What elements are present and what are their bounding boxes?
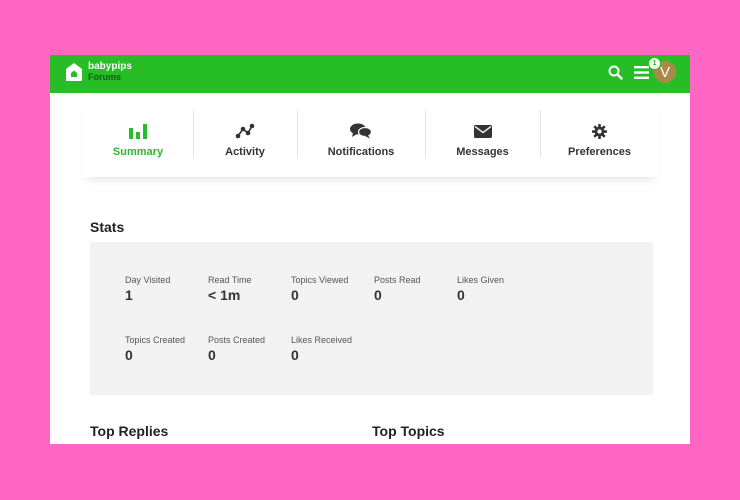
avatar-letter: V xyxy=(659,63,670,81)
house-logo-icon xyxy=(64,61,84,83)
tab-notifications[interactable]: Notifications xyxy=(297,103,425,177)
tab-activity-label: Activity xyxy=(225,146,265,158)
stats-panel: Day Visited 1 Read Time < 1m Topics View… xyxy=(90,242,653,395)
stat-label: Posts Read xyxy=(374,275,421,285)
tab-messages-label: Messages xyxy=(456,146,509,158)
activity-icon xyxy=(235,122,255,140)
user-avatar[interactable]: V 1 xyxy=(648,57,676,83)
stat-read-time: Read Time < 1m xyxy=(208,275,252,303)
stat-day-visited: Day Visited 1 xyxy=(125,275,170,303)
stats-heading: Stats xyxy=(90,219,125,235)
stat-label: Likes Received xyxy=(291,335,353,345)
stat-value: 1 xyxy=(125,287,133,303)
top-bar: babypips Forums V 1 xyxy=(50,55,690,93)
stat-likes-given: Likes Given 0 xyxy=(457,275,504,303)
stat-value: < 1m xyxy=(208,287,241,303)
logo-subtitle: Forums xyxy=(88,72,122,82)
tab-activity[interactable]: Activity xyxy=(193,103,297,177)
stat-value: 0 xyxy=(291,347,299,363)
hamburger-menu-icon[interactable] xyxy=(632,63,650,81)
stat-label: Day Visited xyxy=(125,275,171,285)
notification-badge: 1 xyxy=(648,57,661,70)
stat-topics-created: Topics Created 0 xyxy=(125,335,185,363)
bar-chart-icon xyxy=(129,122,147,140)
stat-likes-received: Likes Received 0 xyxy=(291,335,352,363)
tab-summary-label: Summary xyxy=(112,146,164,158)
forum-window: babypips Forums V 1 Summary Activity Not… xyxy=(50,55,690,444)
top-topics-heading: Top Topics xyxy=(372,423,445,439)
tab-preferences[interactable]: Preferences xyxy=(540,103,659,177)
tab-messages[interactable]: Messages xyxy=(425,103,540,177)
stat-value: 0 xyxy=(125,347,133,363)
stat-label: Topics Created xyxy=(125,335,186,345)
stat-value: 0 xyxy=(374,287,382,303)
stat-value: 0 xyxy=(208,347,216,363)
stat-label: Likes Given xyxy=(457,275,505,285)
search-icon[interactable] xyxy=(606,63,624,81)
babypips-logo[interactable]: babypips Forums xyxy=(64,61,132,83)
stat-posts-created: Posts Created 0 xyxy=(208,335,265,363)
stat-label: Read Time xyxy=(208,275,252,285)
comments-icon xyxy=(350,122,372,140)
stat-label: Posts Created xyxy=(208,335,266,345)
top-replies-heading: Top Replies xyxy=(90,423,169,439)
tab-notifications-label: Notifications xyxy=(327,146,395,158)
stat-topics-viewed: Topics Viewed 0 xyxy=(291,275,348,303)
stat-posts-read: Posts Read 0 xyxy=(374,275,421,303)
gear-icon xyxy=(592,122,607,140)
stat-label: Topics Viewed xyxy=(291,275,349,285)
stat-value: 0 xyxy=(457,287,465,303)
logo-title: babypips xyxy=(88,61,132,72)
stat-value: 0 xyxy=(291,287,299,303)
envelope-icon xyxy=(473,122,492,140)
user-nav: Summary Activity Notifications Messages … xyxy=(83,103,659,177)
tab-preferences-label: Preferences xyxy=(568,146,631,158)
tab-summary[interactable]: Summary xyxy=(83,103,193,177)
